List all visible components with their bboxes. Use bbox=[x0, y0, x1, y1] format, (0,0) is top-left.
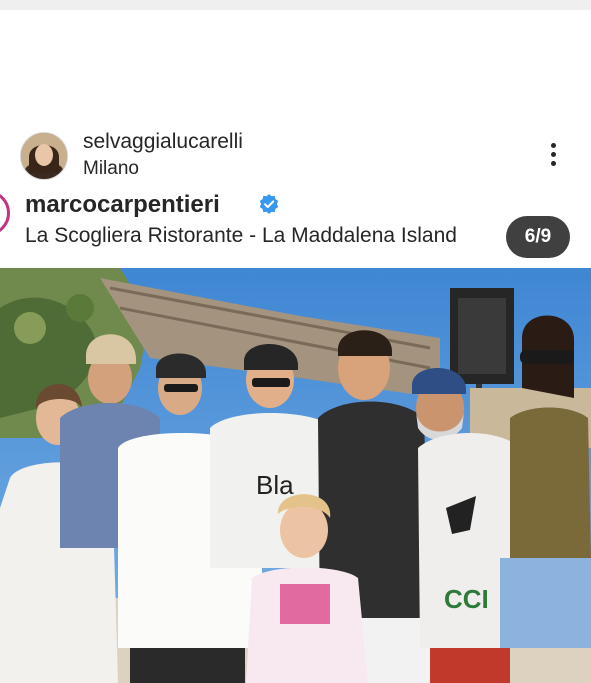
blank-area bbox=[0, 10, 591, 118]
avatar[interactable] bbox=[20, 132, 68, 180]
post-username[interactable]: selvaggialucarelli bbox=[83, 130, 243, 154]
post-location[interactable]: Milano bbox=[83, 158, 139, 180]
group-photo: Bla CCI bbox=[0, 268, 591, 683]
shirt-text-cci: CCI bbox=[444, 584, 489, 614]
carousel-counter: 6/9 bbox=[506, 216, 570, 258]
post-photo[interactable]: Bla CCI bbox=[0, 268, 591, 683]
embedded-avatar bbox=[0, 194, 10, 236]
more-icon[interactable] bbox=[540, 140, 568, 170]
top-strip bbox=[0, 0, 591, 10]
verified-badge-icon bbox=[259, 194, 279, 214]
embedded-post-header: marcocarpentieri La Scogliera Ristorante… bbox=[0, 194, 591, 268]
embedded-location: La Scogliera Ristorante - La Maddalena I… bbox=[25, 224, 457, 247]
shirt-text-bla: Bla bbox=[256, 470, 294, 500]
embedded-username: marcocarpentieri bbox=[25, 194, 220, 218]
